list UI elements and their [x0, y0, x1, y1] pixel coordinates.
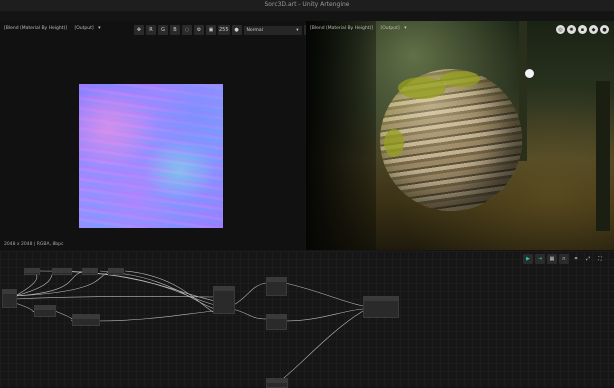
graph-node[interactable]	[72, 314, 100, 326]
channel-g-button[interactable]: G	[158, 25, 168, 35]
image-icon[interactable]: ▣	[206, 25, 216, 35]
exposure-icon[interactable]: ●	[231, 25, 242, 35]
viewport-2d-output: [Output]	[74, 26, 94, 31]
graph-node[interactable]	[24, 268, 40, 275]
viewport-3d-source[interactable]: [Blend (Material By Height)]	[310, 26, 373, 31]
graph-toolbar: ▶ ⇥ ▦ ∩ ⌗ ⤢ ⛶	[523, 254, 605, 264]
globe-icon[interactable]: ◎	[556, 25, 565, 34]
light-handle[interactable]	[525, 69, 534, 78]
play-icon[interactable]: ▶	[523, 254, 533, 264]
moss-patch	[384, 129, 404, 157]
normal-map-texture	[79, 84, 223, 228]
chevron-down-icon: ▾	[404, 25, 407, 31]
material-preview-sphere	[380, 69, 522, 211]
next-icon[interactable]: ⇥	[535, 254, 545, 264]
viewport-2d[interactable]: [Blend (Material By Height)] [Output] ▾	[0, 21, 305, 250]
graph-node[interactable]	[82, 268, 98, 275]
display-mode-select[interactable]: Normal ▾	[243, 25, 302, 35]
viewport-2d-status: 2048 x 2048 | RGBA, 8bpc	[4, 242, 64, 247]
expand-icon[interactable]: ⛶	[595, 254, 605, 264]
camera-icon[interactable]: ▪	[578, 25, 587, 34]
grid-icon[interactable]: ▦	[547, 254, 557, 264]
foreground-tree	[306, 21, 376, 250]
chevron-down-icon: ▾	[98, 25, 101, 31]
viewport-2d-header: [Blend (Material By Height)] [Output] ▾	[0, 21, 101, 35]
sun-icon[interactable]: ✺	[567, 25, 576, 34]
window-title: Sorc3D.art - Unity Artengine	[264, 1, 350, 8]
frame-icon[interactable]: ⌗	[571, 254, 581, 264]
zoom-value[interactable]: 255	[218, 25, 230, 35]
moss-patch	[398, 77, 446, 99]
chevron-down-icon: ▾	[296, 27, 299, 33]
channel-r-button[interactable]: R	[146, 25, 156, 35]
moss-patch	[440, 71, 480, 87]
viewport-3d-output: [Output]	[380, 26, 400, 31]
graph-node[interactable]	[2, 289, 17, 308]
graph-node[interactable]	[363, 296, 399, 318]
sphere-icon[interactable]: ●	[600, 25, 609, 34]
viewport-3d-output-dropdown[interactable]: [Output] ▾	[380, 25, 407, 31]
tile-icon[interactable]: ◌	[182, 25, 192, 35]
title-bar: Sorc3D.art - Unity Artengine	[0, 0, 614, 11]
graph-node[interactable]	[34, 305, 56, 317]
viewport-3d-tools: ◎ ✺ ▪ ◆ ●	[556, 25, 609, 34]
viewport-2d-toolbar: ✥ R G B ◌ ⚙ ▣ 255 ● Normal ▾ ▦	[134, 24, 314, 36]
graph-node[interactable]	[266, 378, 288, 388]
mesh-icon[interactable]: ◆	[589, 25, 598, 34]
fit-icon[interactable]: ⤢	[583, 254, 593, 264]
graph-node[interactable]	[213, 286, 235, 314]
graph-node[interactable]	[266, 277, 287, 296]
background-tree	[596, 81, 610, 231]
settings-icon[interactable]: ⚙	[194, 25, 204, 35]
viewport-2d-output-dropdown[interactable]: [Output] ▾	[74, 25, 101, 31]
magnet-icon[interactable]: ∩	[559, 254, 569, 264]
graph-node[interactable]	[266, 314, 287, 330]
pan-icon[interactable]: ✥	[134, 25, 144, 35]
graph-node[interactable]	[52, 268, 72, 275]
display-mode-value: Normal	[246, 27, 263, 33]
viewport-3d-header: [Blend (Material By Height)] [Output] ▾	[306, 21, 407, 35]
graph-node[interactable]	[108, 268, 124, 275]
channel-b-button[interactable]: B	[170, 25, 180, 35]
viewport-2d-source[interactable]: [Blend (Material By Height)]	[4, 26, 67, 31]
